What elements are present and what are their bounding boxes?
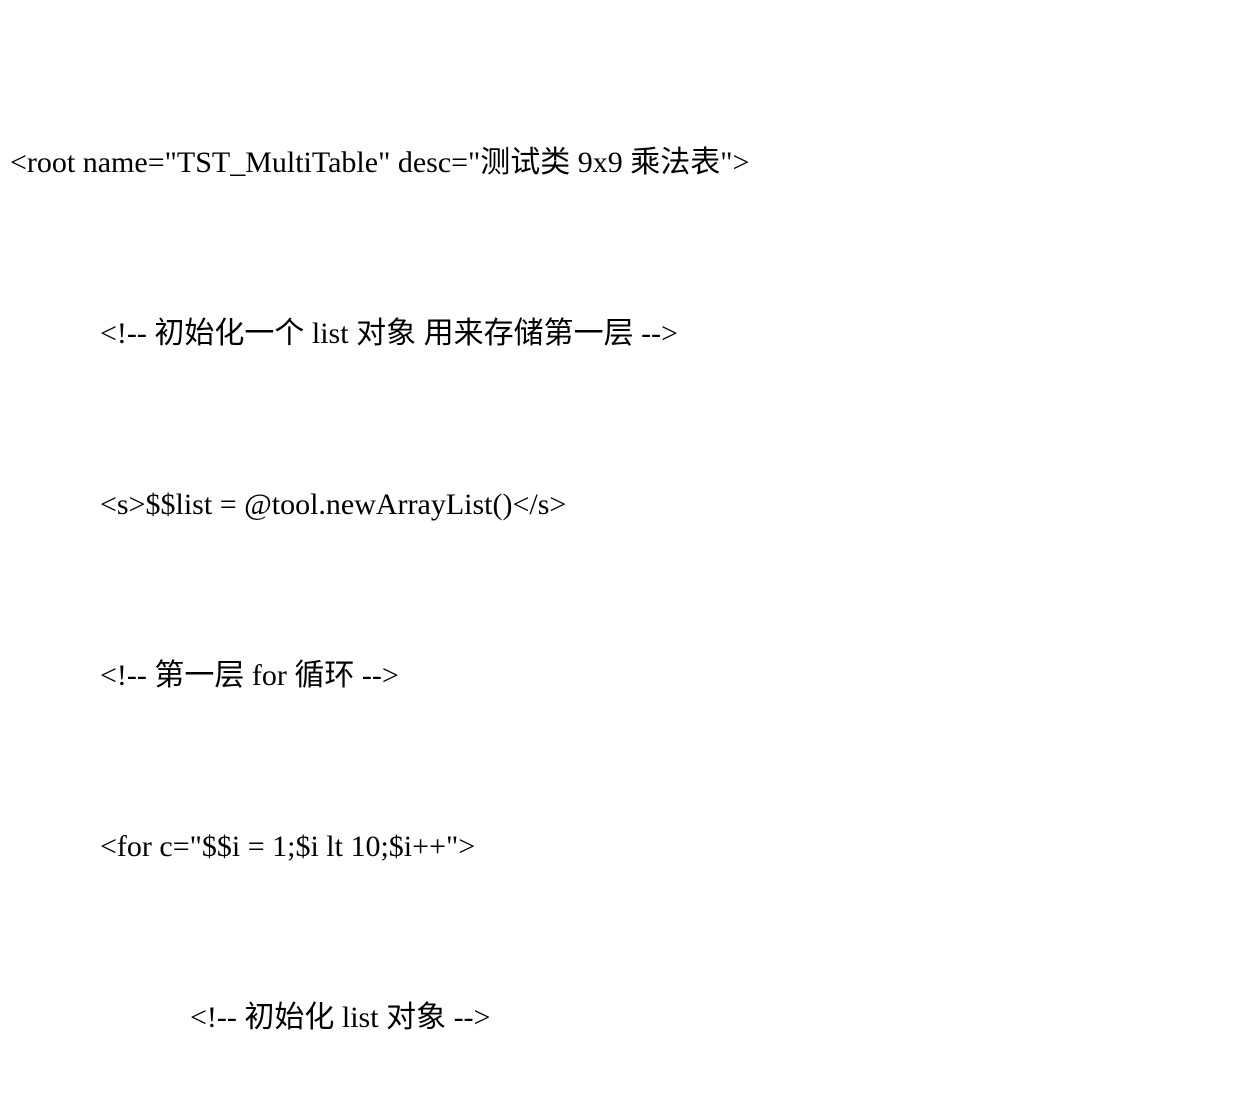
code-line-4: <!-- 第一层 for 循环 --> bbox=[10, 647, 1230, 704]
code-line-5: <for c="$$i = 1;$i lt 10;$i++"> bbox=[10, 818, 1230, 875]
code-listing: <root name="TST_MultiTable" desc="测试类 9x… bbox=[10, 20, 1230, 1108]
code-line-1: <root name="TST_MultiTable" desc="测试类 9x… bbox=[10, 134, 1230, 191]
code-line-6: <!-- 初始化 list 对象 --> bbox=[10, 989, 1230, 1046]
code-line-2: <!-- 初始化一个 list 对象 用来存储第一层 --> bbox=[10, 305, 1230, 362]
code-line-3: <s>$$list = @tool.newArrayList()</s> bbox=[10, 476, 1230, 533]
